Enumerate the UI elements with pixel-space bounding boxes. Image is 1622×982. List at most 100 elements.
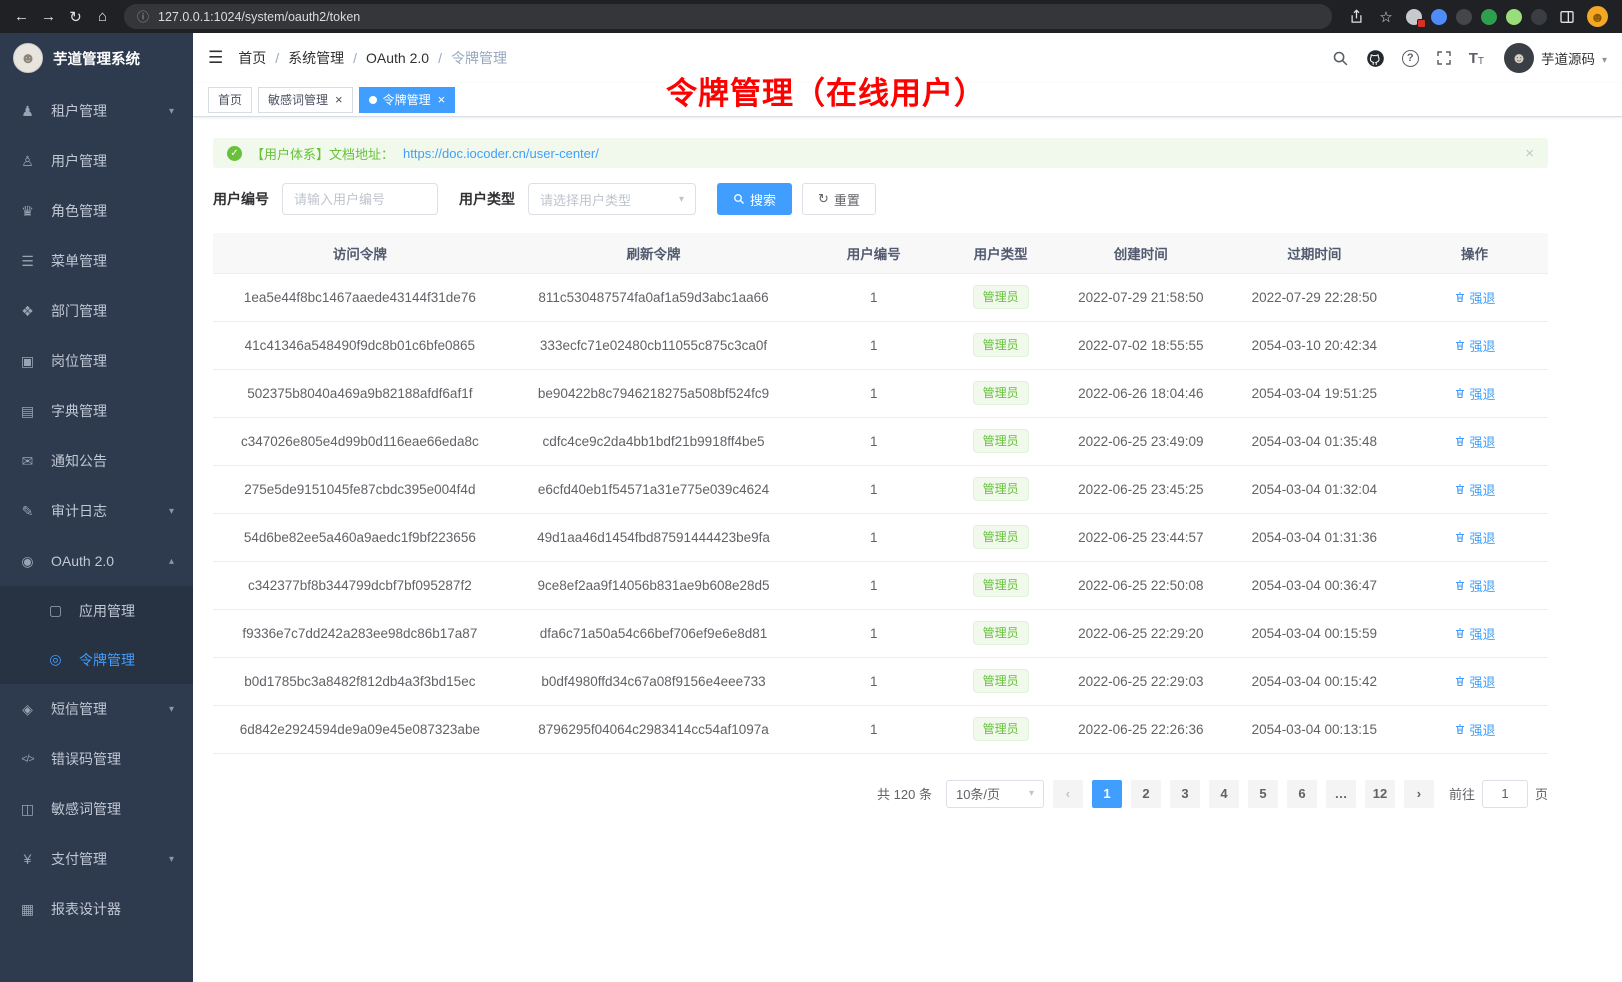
sidebar-item-notice[interactable]: ✉ 通知公告 [0,436,193,486]
user-id-label: 用户编号 [213,189,269,209]
split-view-icon[interactable] [1557,7,1577,27]
force-logout-button[interactable]: 强退 [1454,432,1496,451]
search-button[interactable]: 搜索 [717,183,792,215]
extension-icon[interactable] [1431,9,1447,25]
browser-back-button[interactable]: ← [8,3,35,30]
breadcrumb-oauth2[interactable]: OAuth 2.0 [366,50,429,66]
navbar-tools: ? TT ☻ 芋道源码 ▾ [1332,43,1607,73]
col-user-type: 用户类型 [947,233,1054,273]
sidebar-item-dict[interactable]: ▤ 字典管理 [0,386,193,436]
share-icon[interactable] [1346,7,1366,27]
breadcrumb-home[interactable]: 首页 [238,48,266,68]
cell-user-id: 1 [800,609,947,657]
sidebar-item-sms[interactable]: ◈ 短信管理 ▾ [0,684,193,734]
table-row: b0d1785bc3a8482f812db4a3f3bd15ec b0df498… [213,657,1548,705]
sidebar-item-role[interactable]: ♛ 角色管理 [0,186,193,236]
help-icon[interactable]: ? [1402,50,1419,67]
site-info-icon[interactable]: ⓘ [137,8,149,25]
sidebar-item-oauth2-app[interactable]: ▢ 应用管理 [0,586,193,635]
sidebar-item-error-code[interactable]: </> 错误码管理 [0,734,193,784]
fullscreen-icon[interactable] [1436,50,1452,66]
table-row: c342377bf8b344799dcbf7bf095287f2 9ce8ef2… [213,561,1548,609]
sidebar-item-oauth2-token[interactable]: ◎ 令牌管理 [0,635,193,684]
user-type-select[interactable]: 请选择用户类型 ▾ [528,183,696,215]
github-icon[interactable] [1366,49,1385,68]
sidebar-item-post[interactable]: ▣ 岗位管理 [0,336,193,386]
page-button-3[interactable]: 3 [1170,780,1200,808]
cell-created-at: 2022-06-25 23:45:25 [1054,465,1228,513]
force-logout-button[interactable]: 强退 [1454,336,1496,355]
force-logout-button[interactable]: 强退 [1454,576,1496,595]
success-check-icon: ✓ [227,146,242,161]
sidebar-item-audit-log[interactable]: ✎ 审计日志 ▾ [0,486,193,536]
page-button-2[interactable]: 2 [1131,780,1161,808]
app-window: ☻ 芋道管理系统 ♟ 租户管理 ▾ ♙ 用户管理 ♛ 角色管理 ☰ 菜单管理 ❖ [0,33,1622,982]
extension-icon[interactable] [1481,9,1497,25]
table-row: 6d842e2924594de9a09e45e087323abe 8796295… [213,705,1548,753]
post-icon: ▣ [19,353,36,370]
app-logo[interactable]: ☻ 芋道管理系统 [0,33,193,83]
search-icon[interactable] [1332,50,1349,67]
page-button-6[interactable]: 6 [1287,780,1317,808]
page-button-12[interactable]: 12 [1365,780,1395,808]
sidebar-toggle-icon[interactable]: ☰ [208,48,223,68]
user-id-input[interactable] [282,183,438,215]
close-icon[interactable]: × [438,93,446,106]
chevron-down-icon: ▾ [169,506,174,517]
cell-expired-at: 2054-03-04 00:36:47 [1228,561,1402,609]
font-size-icon[interactable]: TT [1469,50,1484,67]
cell-user-id: 1 [800,561,947,609]
page-button-1[interactable]: 1 [1092,780,1122,808]
extension-icon[interactable] [1406,9,1422,25]
reset-button[interactable]: ↻ 重置 [802,183,876,215]
sidebar-item-report-designer[interactable]: ▦ 报表设计器 [0,884,193,934]
sidebar-item-sensitive-word[interactable]: ◫ 敏感词管理 [0,784,193,834]
user-type-tag: 管理员 [973,621,1029,645]
sidebar-item-menu[interactable]: ☰ 菜单管理 [0,236,193,286]
tab-home[interactable]: 首页 [208,87,252,113]
tab-sensitive-word[interactable]: 敏感词管理 × [258,87,353,113]
browser-profile-avatar[interactable]: ☻ [1587,6,1608,27]
page-size-select[interactable]: 10条/页 ▾ [946,780,1044,808]
force-logout-button[interactable]: 强退 [1454,624,1496,643]
extension-icon[interactable] [1531,9,1547,25]
next-page-button[interactable]: › [1404,780,1434,808]
goto-page-input[interactable] [1482,780,1528,808]
cell-expired-at: 2054-03-04 00:13:15 [1228,705,1402,753]
more-pages-button[interactable]: … [1326,780,1356,808]
sidebar-item-user[interactable]: ♙ 用户管理 [0,136,193,186]
alert-close-icon[interactable]: × [1525,145,1534,162]
browser-forward-button[interactable]: → [35,3,62,30]
tab-label: 令牌管理 [383,91,431,108]
bookmark-star-icon[interactable]: ☆ [1376,7,1396,27]
page-button-4[interactable]: 4 [1209,780,1239,808]
doc-link[interactable]: https://doc.iocoder.cn/user-center/ [403,146,599,161]
sidebar-item-dept[interactable]: ❖ 部门管理 [0,286,193,336]
address-bar[interactable]: ⓘ 127.0.0.1:1024/system/oauth2/token [124,4,1332,29]
cell-access-token: b0d1785bc3a8482f812db4a3f3bd15ec [213,657,507,705]
page-button-5[interactable]: 5 [1248,780,1278,808]
force-logout-button[interactable]: 强退 [1454,720,1496,739]
tab-token[interactable]: 令牌管理 × [359,87,456,113]
force-logout-button[interactable]: 强退 [1454,288,1496,307]
prev-page-button[interactable]: ‹ [1053,780,1083,808]
breadcrumb-system[interactable]: 系统管理 [288,48,344,68]
extension-icon[interactable] [1456,9,1472,25]
force-logout-button[interactable]: 强退 [1454,528,1496,547]
force-logout-button[interactable]: 强退 [1454,384,1496,403]
sidebar-item-pay[interactable]: ¥ 支付管理 ▾ [0,834,193,884]
table-row: 54d6be82ee5a460a9aedc1f9bf223656 49d1aa4… [213,513,1548,561]
browser-home-button[interactable]: ⌂ [89,3,116,30]
extension-icon[interactable] [1506,9,1522,25]
user-menu[interactable]: ☻ 芋道源码 ▾ [1504,43,1607,73]
cell-refresh-token: 8796295f04064c2983414cc54af1097a [507,705,801,753]
browser-reload-button[interactable]: ↻ [62,3,89,30]
cell-user-type: 管理员 [947,273,1054,321]
force-logout-button[interactable]: 强退 [1454,480,1496,499]
close-icon[interactable]: × [335,93,343,106]
cell-actions: 强退 [1401,561,1548,609]
sidebar-item-tenant[interactable]: ♟ 租户管理 ▾ [0,86,193,136]
sidebar-item-oauth2[interactable]: ◉ OAuth 2.0 ▴ [0,536,193,586]
cell-expired-at: 2054-03-04 00:15:59 [1228,609,1402,657]
force-logout-button[interactable]: 强退 [1454,672,1496,691]
